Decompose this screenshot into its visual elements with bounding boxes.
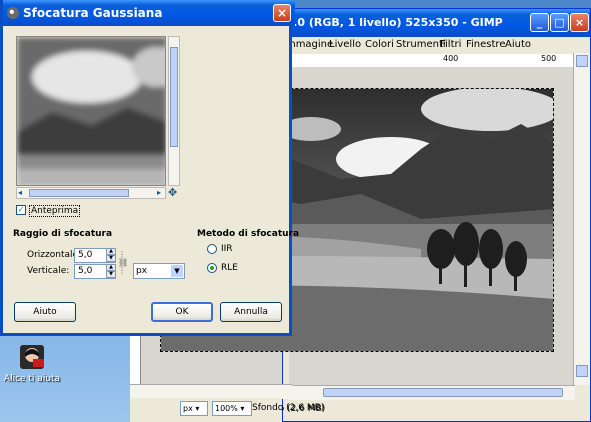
gimp-menubar: Immagine Livello Colori Strumenti Filtri… [283,37,590,53]
zoom-value: 100% [215,404,238,413]
vertical-radius-value: 5,0 [78,266,93,276]
method-rle-radio[interactable] [207,263,217,273]
menu-finestre[interactable]: Finestre [466,39,505,50]
unit-select-value: px [183,404,193,413]
blur-preview[interactable] [16,36,166,186]
radius-unit-select[interactable]: px ▼ [133,263,185,279]
horizontal-scrollbar-left[interactable] [130,384,292,399]
vertical-ruler [130,336,141,390]
desktop-icon-label: Alice ti aiuta [3,374,61,384]
vertical-scrollbar[interactable] [573,53,590,385]
layer-status: Sfondo (2,6 MB) [252,403,325,413]
horizontal-radius-stepper[interactable]: ▲ ▼ [106,248,116,263]
method-iir-radio[interactable] [207,244,217,254]
preview-checkbox[interactable]: ✓ [16,205,26,215]
maximize-button[interactable]: □ [550,13,569,32]
chevron-down-icon: ▼ [171,265,183,277]
menu-colori[interactable]: Colori [365,39,394,50]
menu-filtri[interactable]: Filtri [440,39,461,50]
scroll-up-arrow-icon[interactable] [576,55,588,67]
vertical-radius-stepper[interactable]: ▲ ▼ [106,264,116,279]
dialog-title: Sfocatura Gaussiana [23,6,163,20]
gimp-dialog-icon [7,7,19,19]
method-section-heading: Metodo di sfocatura [197,229,300,239]
horizontal-scroll-thumb[interactable] [323,388,563,397]
cancel-button[interactable]: Annulla [220,302,282,322]
menu-aiuto[interactable]: Aiuto [505,39,531,50]
dialog-close-button[interactable]: × [273,4,291,22]
gimp-window-title: ..0 (RGB, 1 livello) 525x350 - GIMP [289,16,503,29]
minimize-button[interactable]: _ [530,13,549,32]
preview-vertical-scrollbar[interactable] [168,36,180,186]
method-iir-label[interactable]: IIR [221,244,233,254]
blurred-preview-image [17,37,165,185]
close-button[interactable]: × [570,13,589,32]
horizontal-radius-value: 5,0 [78,250,93,260]
horizontal-label: Orizzontale: [27,250,82,260]
unit-select[interactable]: px ▾ [180,401,208,416]
menu-livello[interactable]: Livello [329,39,361,50]
preview-horizontal-scrollbar[interactable]: ◂ ▸ [16,187,166,199]
gaussian-blur-dialog: Sfocatura Gaussiana × ◂ ▸ ✥ ✓ Anteprima … [0,0,299,336]
horizontal-ruler: 400 500 [289,54,581,68]
ruler-tick-label: 400 [443,54,459,63]
method-rle-label[interactable]: RLE [221,263,238,273]
dialog-titlebar[interactable]: Sfocatura Gaussiana × [3,0,295,26]
radius-section-heading: Raggio di sfocatura [13,229,113,239]
radius-unit-value: px [136,266,148,276]
alice-desktop-icon[interactable] [18,343,46,371]
ruler-tick-label: 500 [541,54,557,63]
ok-button[interactable]: OK [151,302,213,322]
scroll-down-arrow-icon[interactable] [576,365,588,377]
preview-checkbox-label[interactable]: Anteprima [29,205,81,217]
scroll-left-arrow-icon[interactable]: ◂ [18,188,22,197]
menu-strumenti[interactable]: Strumenti [396,39,446,50]
chain-link-icon[interactable]: ⋮ ⛓ ⋮ [118,251,128,277]
horizontal-scrollbar[interactable] [289,385,575,400]
gimp-titlebar[interactable]: ..0 (RGB, 1 livello) 525x350 - GIMP _ □ … [283,9,590,37]
vertical-label: Verticale: [27,266,70,276]
navigate-move-icon[interactable]: ✥ [168,187,180,199]
help-button[interactable]: Aiuto [14,302,76,322]
preview-hscroll-thumb[interactable] [29,189,129,197]
zoom-select[interactable]: 100% ▾ [212,401,252,416]
preview-vscroll-thumb[interactable] [170,47,178,147]
gimp-statusbar: px ▾ 100% ▾ Sfondo (2,6 MB) [181,399,590,421]
scroll-right-arrow-icon[interactable]: ▸ [157,188,161,197]
